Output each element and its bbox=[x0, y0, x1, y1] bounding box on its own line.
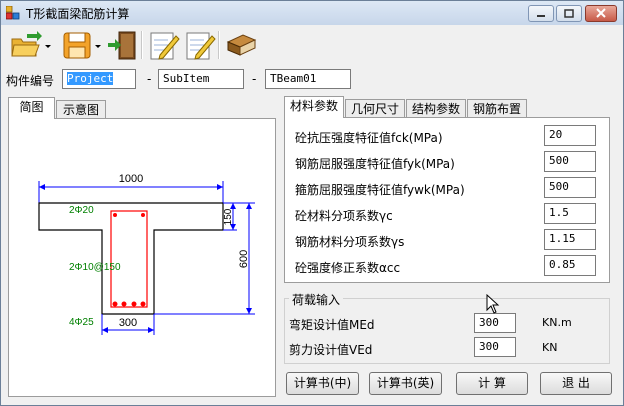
dim-arrow bbox=[148, 327, 154, 333]
bottom-rebar-label: 4Φ25 bbox=[69, 317, 94, 328]
dim-web-label: 300 bbox=[119, 317, 137, 329]
app-icon bbox=[6, 6, 20, 20]
save-button[interactable] bbox=[59, 29, 93, 61]
tab-structure[interactable]: 结构参数 bbox=[406, 99, 466, 119]
moment-input[interactable]: 300 bbox=[474, 313, 516, 333]
shear-unit: KN bbox=[542, 341, 558, 354]
top-rebar-label: 2Φ20 bbox=[69, 205, 94, 216]
dim-width-label: 1000 bbox=[119, 173, 143, 185]
beam-id-input[interactable]: TBeam01 bbox=[265, 69, 351, 89]
top-rebar bbox=[113, 213, 117, 217]
param-label-fck: 砼抗压强度特征值fck(MPa) bbox=[295, 131, 443, 145]
open-button[interactable] bbox=[7, 29, 45, 61]
stirrup-label: 2Φ10@150 bbox=[69, 262, 121, 273]
open-dropdown-icon[interactable] bbox=[45, 45, 51, 49]
toolbar-separator bbox=[218, 31, 220, 59]
minimize-icon bbox=[537, 15, 545, 17]
drawing-panel: 1000 2Φ20 2Φ10@150 4Φ25 150 600 300 bbox=[8, 118, 276, 397]
shear-input[interactable]: 300 bbox=[474, 337, 516, 357]
separator-dash: - bbox=[252, 72, 257, 86]
stirrup bbox=[110, 210, 148, 308]
exit-button[interactable]: 退 出 bbox=[540, 372, 612, 395]
tab-geometry[interactable]: 几何尺寸 bbox=[345, 99, 405, 119]
bottom-rebar bbox=[140, 301, 146, 307]
tab-rebar[interactable]: 钢筋布置 bbox=[467, 99, 527, 119]
edit2-button[interactable] bbox=[182, 29, 216, 61]
maximize-icon bbox=[564, 9, 574, 18]
title-bar: T形截面梁配筋计算 bbox=[1, 1, 623, 26]
mouse-cursor-icon bbox=[486, 294, 500, 314]
exit-icon bbox=[108, 31, 136, 60]
dim-arrow bbox=[217, 184, 223, 190]
dim-arrow bbox=[246, 308, 252, 314]
project-input[interactable]: Project bbox=[62, 69, 136, 89]
dim-arrow bbox=[246, 203, 252, 209]
separator-dash: - bbox=[147, 72, 152, 86]
param-label-fywk: 箍筋屈服强度特征值fywk(MPa) bbox=[295, 183, 465, 197]
toolbar-separator bbox=[141, 31, 143, 59]
param-label-fyk: 钢筋屈服强度特征值fyk(MPa) bbox=[295, 157, 455, 171]
moment-unit: KN.m bbox=[542, 316, 572, 329]
material-panel: 砼抗压强度特征值fck(MPa) 20 钢筋屈服强度特征值fyk(MPa) 50… bbox=[284, 117, 610, 283]
exit-toolbar-button[interactable] bbox=[105, 29, 139, 61]
edit2-icon bbox=[186, 32, 216, 60]
open-icon bbox=[11, 31, 42, 57]
moment-label: 弯矩设计值MEd bbox=[289, 318, 375, 332]
help-button[interactable] bbox=[223, 29, 257, 61]
dim-arrow bbox=[39, 184, 45, 190]
minimize-button[interactable] bbox=[528, 5, 554, 22]
param-input-gamma-s[interactable]: 1.15 bbox=[544, 229, 596, 250]
dim-arrow bbox=[102, 327, 108, 333]
bottom-rebar bbox=[131, 301, 137, 307]
param-input-gamma-c[interactable]: 1.5 bbox=[544, 203, 596, 224]
param-label-gamma-c: 砼材料分项系数γc bbox=[295, 209, 393, 223]
edit-icon bbox=[150, 32, 180, 60]
maximize-button[interactable] bbox=[556, 5, 582, 22]
save-icon bbox=[63, 32, 91, 59]
param-input-fyk[interactable]: 500 bbox=[544, 151, 596, 172]
tab-material[interactable]: 材料参数 bbox=[284, 96, 344, 118]
top-rebar bbox=[141, 213, 145, 217]
save-dropdown-icon[interactable] bbox=[95, 45, 101, 49]
dim-flange-label: 150 bbox=[223, 208, 234, 225]
param-input-fck[interactable]: 20 bbox=[544, 125, 596, 146]
t-section-outline bbox=[38, 202, 224, 315]
t-section-drawing: 1000 2Φ20 2Φ10@150 4Φ25 150 600 300 bbox=[38, 173, 255, 335]
param-input-fywk[interactable]: 500 bbox=[544, 177, 596, 198]
edit-button[interactable] bbox=[146, 29, 180, 61]
dim-height-label: 600 bbox=[238, 250, 250, 268]
tab-schematic[interactable]: 示意图 bbox=[56, 100, 106, 120]
param-label-gamma-s: 钢筋材料分项系数γs bbox=[295, 235, 405, 249]
bottom-rebar bbox=[121, 301, 127, 307]
param-label-alpha-cc: 砼强度修正系数αcc bbox=[295, 261, 401, 275]
subitem-input[interactable]: SubItem bbox=[158, 69, 244, 89]
param-input-alpha-cc[interactable]: 0.85 bbox=[544, 255, 596, 276]
dim-arrow bbox=[230, 203, 236, 209]
book-icon bbox=[226, 34, 257, 56]
window-title: T形截面梁配筋计算 bbox=[26, 7, 130, 21]
project-value: Project bbox=[67, 72, 114, 85]
calc-report-cn-button[interactable]: 计算书(中) bbox=[286, 372, 359, 395]
calculate-button[interactable]: 计 算 bbox=[456, 372, 528, 395]
calc-report-en-button[interactable]: 计算书(英) bbox=[369, 372, 442, 395]
close-button[interactable] bbox=[585, 5, 617, 22]
bottom-rebar bbox=[112, 301, 118, 307]
load-group-title: 荷载输入 bbox=[289, 291, 344, 308]
close-icon bbox=[596, 8, 606, 18]
shear-label: 剪力设计值VEd bbox=[289, 343, 373, 357]
tab-diagram[interactable]: 简图 bbox=[8, 97, 55, 119]
toolbar bbox=[1, 25, 623, 65]
main-window: T形截面梁配筋计算 构件编号 Project - SubItem - TBeam… bbox=[0, 0, 624, 406]
member-label: 构件编号 bbox=[6, 74, 55, 88]
